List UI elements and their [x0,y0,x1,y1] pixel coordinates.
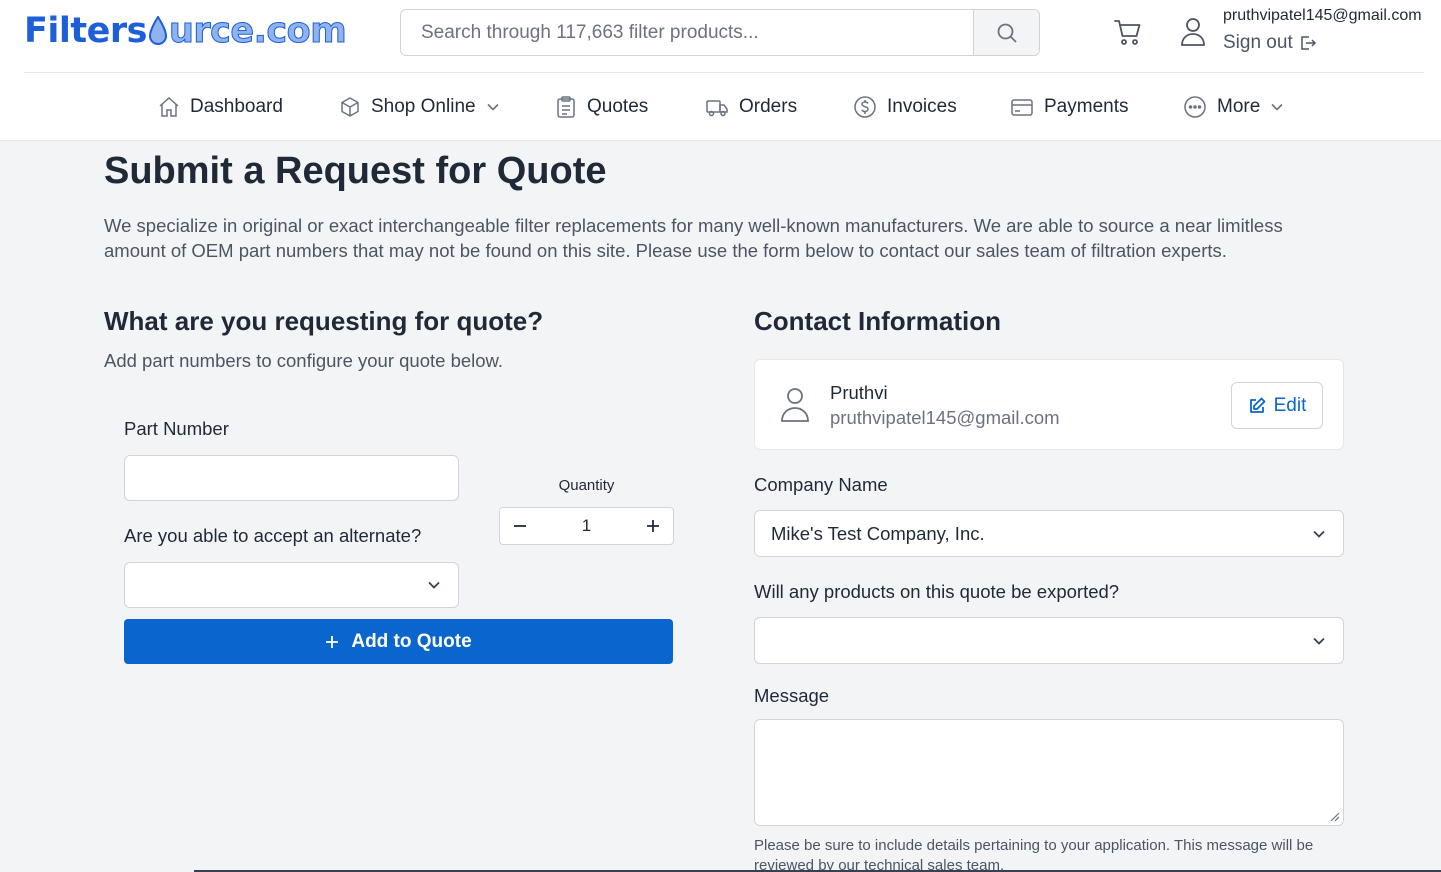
alternate-select[interactable] [124,562,459,608]
page-title: Submit a Request for Quote [104,150,607,192]
minus-icon[interactable] [512,518,528,534]
user-icon[interactable] [1179,16,1207,48]
sign-out-label: Sign out [1223,32,1293,53]
nav-item-more[interactable]: More [1183,73,1284,140]
page-intro: We specialize in original or exact inter… [104,215,1283,261]
nav-item-shop-online[interactable]: Shop Online [339,73,500,140]
credit-card-icon [1011,98,1033,116]
main-nav: Dashboard Shop Online Quotes Orders Invo… [0,73,1441,140]
site-logo[interactable]: Filters urce.com [24,10,347,52]
part-number-input[interactable] [125,456,458,500]
edit-contact-button[interactable]: Edit [1231,382,1323,429]
plus-icon[interactable] [645,518,661,534]
chevron-down-icon [1313,530,1325,538]
chevron-down-icon [1271,103,1283,111]
export-select[interactable] [754,617,1344,664]
company-name-value: Mike's Test Company, Inc. [771,522,985,544]
clipboard-icon [557,95,575,118]
sign-out-link[interactable]: Sign out [1223,32,1317,54]
nav-item-payments[interactable]: Payments [1010,73,1128,140]
nav-label: More [1217,95,1261,117]
part-number-field-wrapper [124,455,459,501]
nav-item-quotes[interactable]: Quotes [555,73,648,140]
quote-section-subheading: Add part numbers to configure your quote… [104,350,504,371]
message-textarea[interactable] [754,719,1344,826]
export-label: Will any products on this quote be expor… [754,581,1120,602]
nav-label: Orders [739,95,798,117]
chevron-down-icon [428,581,440,589]
contact-section-heading: Contact Information [754,306,1001,336]
nav-item-orders[interactable]: Orders [705,73,797,140]
company-name-select[interactable]: Mike's Test Company, Inc. [754,510,1344,557]
sign-out-icon [1300,36,1316,50]
user-avatar-icon [781,388,809,422]
add-to-quote-button[interactable]: Add to Quote [124,619,673,664]
nav-label: Invoices [887,95,957,117]
box-icon [341,96,359,117]
quantity-stepper: 1 [499,507,674,545]
message-label: Message [754,685,830,706]
resize-grip-icon[interactable] [1330,812,1340,822]
edit-label: Edit [1273,394,1307,416]
search-button[interactable] [973,10,1039,55]
quantity-label: Quantity [558,477,615,494]
water-drop-icon [148,16,167,45]
home-icon [159,96,179,117]
dollar-circle-icon [854,95,876,118]
nav-label: Dashboard [190,95,283,117]
message-hint: Please be sure to include details pertai… [754,837,1314,872]
contact-name: Pruthvi [830,382,888,403]
search-input[interactable] [401,10,973,55]
edit-icon [1249,397,1266,413]
user-email: pruthvipatel145@gmail.com [1223,7,1422,24]
nav-item-invoices[interactable]: Invoices [853,73,957,140]
quantity-value[interactable]: 1 [582,516,591,536]
search-bar [400,9,1040,56]
logo-text-part1: Filters [24,11,147,51]
quote-section-heading: What are you requesting for quote? [104,306,544,336]
contact-email: pruthvipatel145@gmail.com [830,407,1060,428]
contact-card: Pruthvi pruthvipatel145@gmail.com Edit [754,359,1344,450]
chevron-down-icon [1313,637,1325,645]
search-icon [997,23,1017,43]
alternate-label: Are you able to accept an alternate? [124,525,422,546]
ellipsis-circle-icon [1184,95,1206,118]
site-header: Filters urce.com pruthvipatel145@gmail.c… [0,0,1441,141]
nav-label: Shop Online [371,95,476,117]
part-number-label: Part Number [124,418,229,439]
plus-icon [326,635,339,648]
nav-label: Quotes [587,95,649,117]
logo-text-part2: urce.com [168,11,347,52]
truck-icon [706,99,728,116]
nav-item-dashboard[interactable]: Dashboard [158,73,283,140]
nav-label: Payments [1044,95,1129,117]
add-to-quote-label: Add to Quote [351,630,472,652]
company-name-label: Company Name [754,474,888,495]
chevron-down-icon [487,103,499,111]
cart-icon[interactable] [1112,16,1144,48]
